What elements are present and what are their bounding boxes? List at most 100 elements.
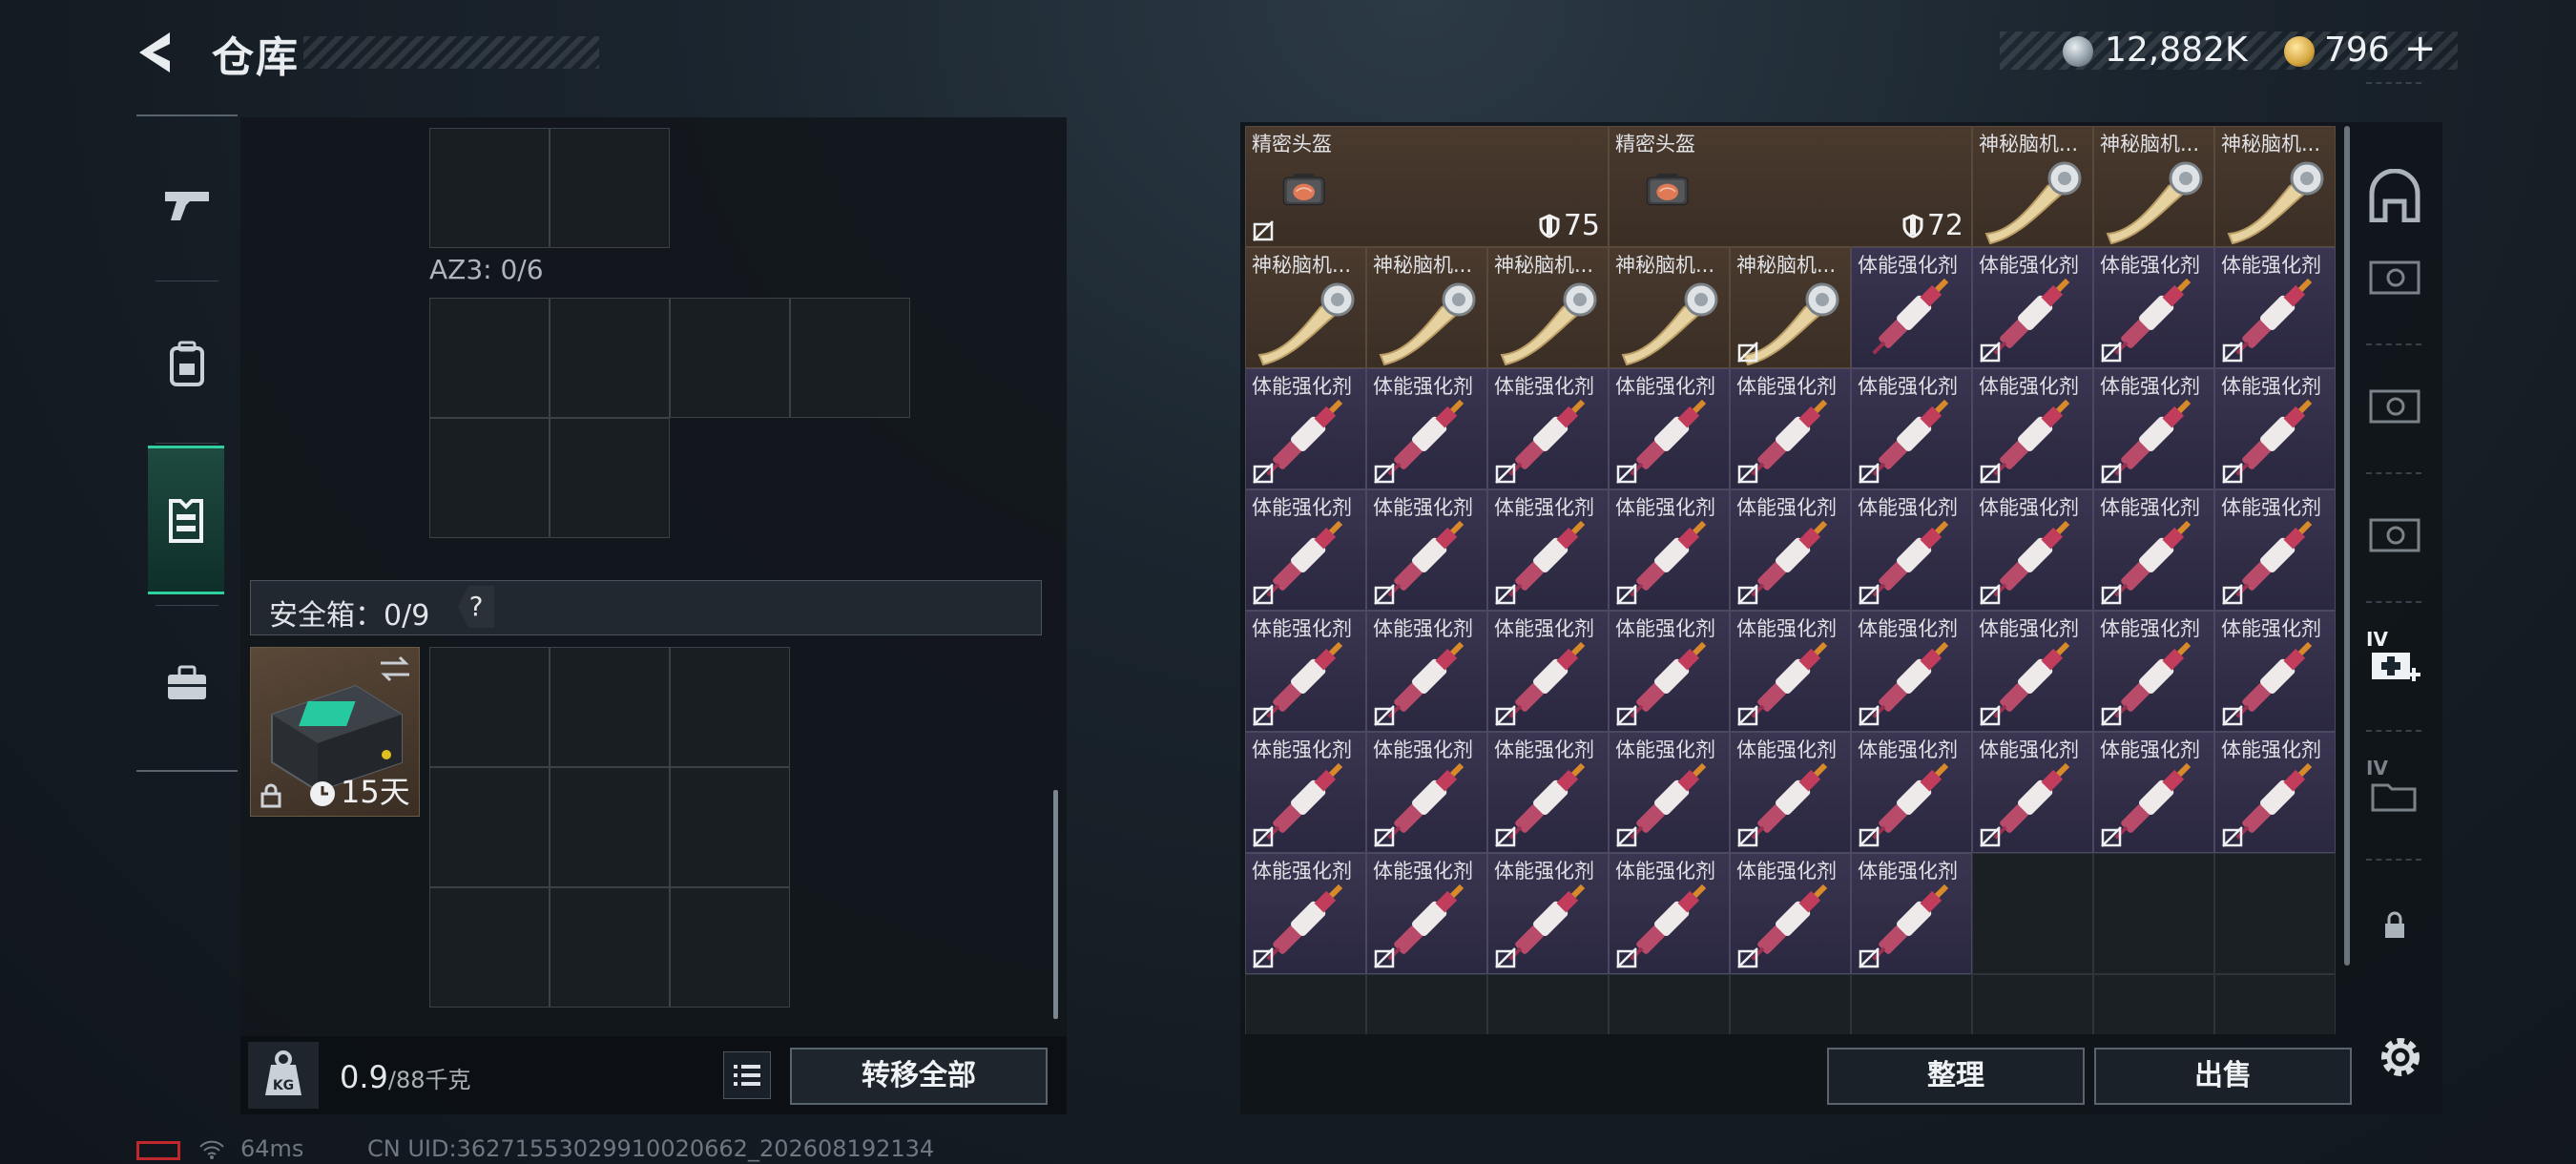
empty-slot[interactable] [1245,974,1366,1034]
az3-cell[interactable] [550,298,670,418]
item-slot-syringe[interactable]: 体能强化剂 [1851,368,1972,489]
item-slot-syringe[interactable]: 体能强化剂 [2214,732,2336,853]
az3-cell[interactable] [550,418,670,538]
item-slot-helmet[interactable]: 精密头盔 72 [1609,126,1972,247]
warehouse-scrollbar[interactable] [2344,126,2350,966]
item-slot-helmet[interactable]: 精密头盔 75 [1245,126,1609,247]
transfer-all-button[interactable]: 转移全部 [790,1048,1048,1105]
empty-slot[interactable] [1366,974,1487,1034]
safe-cell[interactable] [550,767,670,887]
empty-slot[interactable] [2214,853,2336,974]
item-slot-brain-chip[interactable]: 神秘脑机... [1487,247,1609,368]
filter-folder[interactable]: IV [2357,749,2433,835]
item-slot-syringe[interactable]: 体能强化剂 [1366,732,1487,853]
item-slot-syringe[interactable]: 体能强化剂 [1366,611,1487,732]
item-slot-brain-chip[interactable]: 神秘脑机... [1245,247,1366,368]
item-slot-brain-chip[interactable]: 神秘脑机... [1366,247,1487,368]
filter-armor[interactable] [2357,153,2433,239]
item-slot-syringe[interactable]: 体能强化剂 [2214,247,2336,368]
item-slot-syringe[interactable]: 体能强化剂 [1972,368,2093,489]
empty-slot[interactable] [2093,853,2214,974]
safe-cell[interactable] [550,647,670,767]
item-slot-syringe[interactable]: 体能强化剂 [1487,489,1609,611]
item-slot-syringe[interactable]: 体能强化剂 [1487,368,1609,489]
tab-backpack[interactable] [146,293,228,436]
safe-cell[interactable] [429,887,550,1008]
item-slot-syringe[interactable]: 体能强化剂 [1851,489,1972,611]
item-slot-syringe[interactable]: 体能强化剂 [2214,368,2336,489]
empty-slot[interactable] [2093,974,2214,1034]
settings-gear-icon[interactable] [2374,1030,2427,1084]
item-slot-syringe[interactable]: 体能强化剂 [1730,732,1851,853]
safe-cell[interactable] [670,647,790,767]
item-slot-syringe[interactable]: 体能强化剂 [1730,611,1851,732]
item-slot-syringe[interactable]: 体能强化剂 [2093,732,2214,853]
empty-slot[interactable] [1851,974,1972,1034]
item-slot-brain-chip[interactable]: 神秘脑机... [2093,126,2214,247]
empty-slot[interactable] [2214,974,2336,1034]
item-slot-syringe[interactable]: 体能强化剂 [1730,489,1851,611]
filter-locked[interactable] [2357,883,2433,968]
item-slot-syringe[interactable]: 体能强化剂 [1609,853,1730,974]
storage-cell[interactable] [550,128,670,248]
item-slot-syringe[interactable]: 体能强化剂 [1609,368,1730,489]
item-slot-brain-chip[interactable]: 神秘脑机... [1609,247,1730,368]
item-slot-syringe[interactable]: 体能强化剂 [1972,732,2093,853]
sell-button[interactable]: 出售 [2094,1048,2352,1105]
item-slot-syringe[interactable]: 体能强化剂 [1245,489,1366,611]
az3-cell[interactable] [429,298,550,418]
item-slot-syringe[interactable]: 体能强化剂 [1972,489,2093,611]
add-currency-button[interactable]: + [2404,27,2437,71]
safe-cell[interactable] [670,887,790,1008]
item-slot-syringe[interactable]: 体能强化剂 [1609,732,1730,853]
item-slot-syringe[interactable]: 体能强化剂 [2093,368,2214,489]
safe-cell[interactable] [429,647,550,767]
tab-weapons[interactable] [146,134,228,277]
swap-icon[interactable] [379,655,411,682]
item-slot-syringe[interactable]: 体能强化剂 [1366,368,1487,489]
az3-cell[interactable] [670,298,790,418]
filter-medkit[interactable]: IV [2357,620,2433,706]
item-slot-syringe[interactable]: 体能强化剂 [1609,611,1730,732]
empty-slot[interactable] [1487,974,1609,1034]
item-slot-syringe[interactable]: 体能强化剂 [2093,489,2214,611]
back-button[interactable] [132,29,189,76]
filter-cashbox-2[interactable] [2357,363,2433,448]
item-slot-syringe[interactable]: 体能强化剂 [1730,853,1851,974]
storage-cell[interactable] [429,128,550,248]
item-slot-syringe[interactable]: 体能强化剂 [1851,853,1972,974]
filter-cashbox-3[interactable] [2357,491,2433,577]
item-slot-syringe[interactable]: 体能强化剂 [1487,611,1609,732]
item-slot-brain-chip[interactable]: 神秘脑机... [1972,126,2093,247]
sort-button[interactable]: 整理 [1827,1048,2085,1105]
item-slot-syringe[interactable]: 体能强化剂 [1972,611,2093,732]
item-slot-syringe[interactable]: 体能强化剂 [1851,732,1972,853]
item-slot-syringe[interactable]: 体能强化剂 [1245,732,1366,853]
item-slot-syringe[interactable]: 体能强化剂 [1245,368,1366,489]
safe-cell[interactable] [670,767,790,887]
safe-cell[interactable] [550,887,670,1008]
item-slot-syringe[interactable]: 体能强化剂 [2214,611,2336,732]
safe-box-item[interactable]: 15天 [250,647,420,817]
item-slot-syringe[interactable]: 体能强化剂 [1487,853,1609,974]
empty-slot[interactable] [1972,853,2093,974]
list-view-button[interactable] [723,1051,771,1099]
loadout-scrollbar[interactable] [1053,790,1058,1019]
item-slot-syringe[interactable]: 体能强化剂 [1730,368,1851,489]
item-slot-syringe[interactable]: 体能强化剂 [1851,611,1972,732]
empty-slot[interactable] [1730,974,1851,1034]
item-slot-syringe[interactable]: 体能强化剂 [1972,247,2093,368]
item-slot-syringe[interactable]: 体能强化剂 [1366,489,1487,611]
filter-cashbox-1[interactable] [2357,234,2433,320]
item-slot-syringe[interactable]: 体能强化剂 [1366,853,1487,974]
item-slot-syringe[interactable]: 体能强化剂 [2214,489,2336,611]
item-slot-syringe[interactable]: 体能强化剂 [2093,611,2214,732]
empty-slot[interactable] [1609,974,1730,1034]
item-slot-brain-chip[interactable]: 神秘脑机... [1730,247,1851,368]
tab-case[interactable] [146,613,228,756]
item-slot-syringe[interactable]: 体能强化剂 [1851,247,1972,368]
item-slot-syringe[interactable]: 体能强化剂 [2093,247,2214,368]
safe-cell[interactable] [429,767,550,887]
empty-slot[interactable] [1972,974,2093,1034]
item-slot-syringe[interactable]: 体能强化剂 [1245,853,1366,974]
